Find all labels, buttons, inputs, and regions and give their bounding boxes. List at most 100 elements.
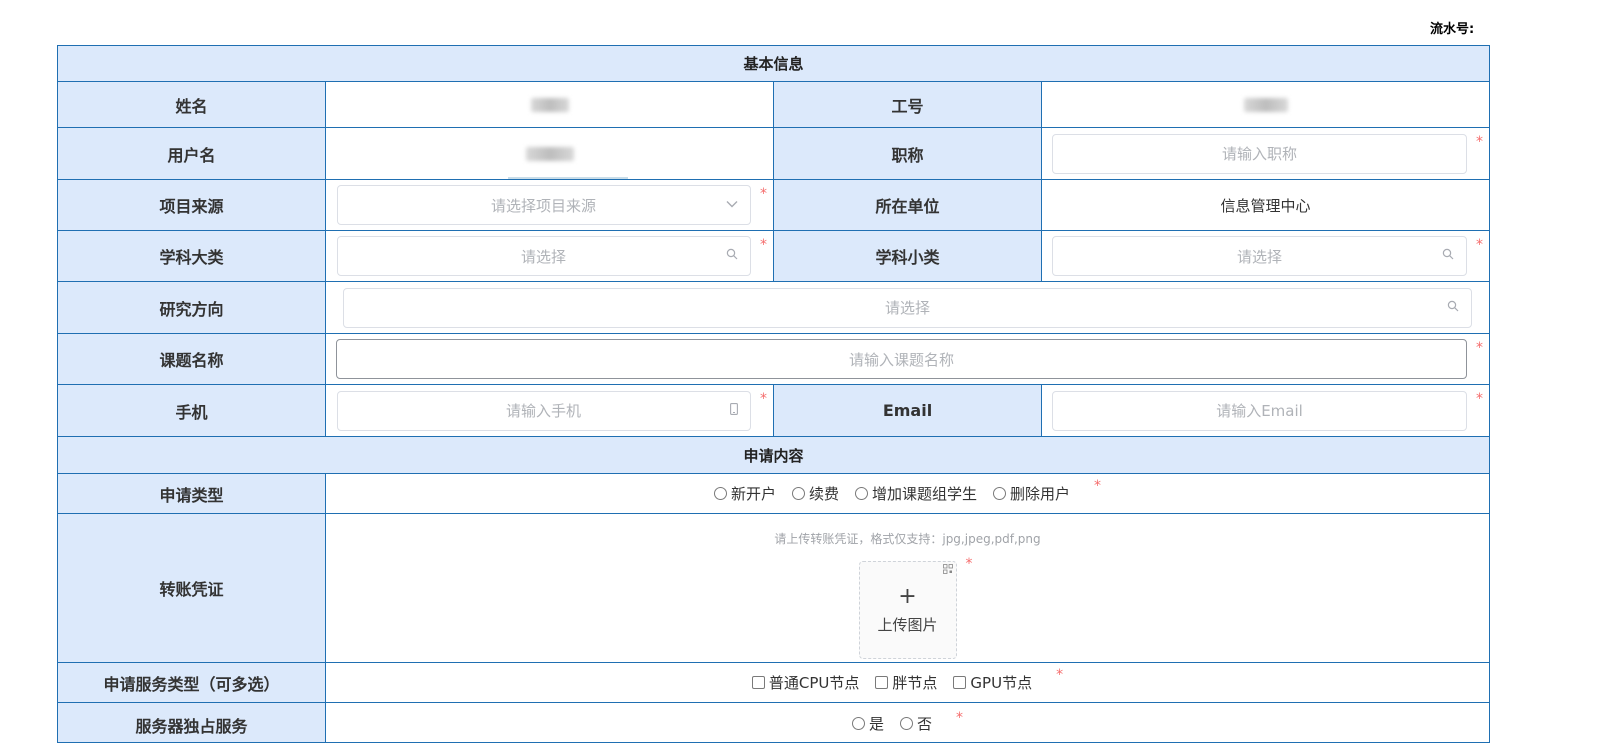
service-type-option-gpu[interactable]: GPU节点 (953, 672, 1032, 693)
minor-category-input[interactable]: 请选择 (1052, 236, 1467, 276)
radio-icon[interactable] (791, 487, 805, 500)
employee-id-redacted (1243, 97, 1288, 112)
section-apply-row: 申请内容 (57, 437, 1490, 474)
radio-icon[interactable] (993, 487, 1007, 500)
email-required-mark: * (1476, 391, 1483, 407)
phone-cell: 请输入手机 * (326, 385, 774, 436)
service-type-option-fat[interactable]: 胖节点 (875, 672, 937, 693)
checkbox-icon[interactable] (875, 676, 889, 689)
topic-name-placeholder: 请输入课题名称 (848, 350, 954, 369)
phone-input[interactable]: 请输入手机 (336, 390, 751, 431)
section-apply-title: 申请内容 (58, 437, 1489, 473)
row-service-type: 申请服务类型（可多选） 普通CPU节点 胖节点 GPU节点 * (57, 663, 1490, 703)
serial-number-label: 流水号: (1430, 22, 1475, 37)
research-direction-input[interactable]: 请选择 (343, 287, 1472, 328)
email-label: Email (774, 385, 1042, 436)
row-research-direction: 研究方向 请选择 (57, 282, 1490, 334)
extra-service-cell: 是 否 * (326, 703, 1489, 742)
qr-icon (942, 564, 953, 577)
radio-icon[interactable] (713, 487, 727, 500)
title-label: 职称 (774, 128, 1042, 179)
project-source-select[interactable]: 请选择项目来源 (336, 185, 751, 225)
project-source-placeholder: 请选择项目来源 (490, 196, 596, 215)
username-value (326, 128, 774, 179)
major-category-input[interactable]: 请选择 (336, 236, 751, 276)
phone-placeholder: 请输入手机 (505, 402, 581, 420)
major-category-placeholder: 请选择 (520, 247, 566, 266)
application-form: 基本信息 姓名 工号 用户名 职称 请输入职称 * 项目来源 请选择项目来源 *… (57, 45, 1490, 743)
row-phone-email: 手机 请输入手机 * Email 请输入Email * (57, 385, 1490, 437)
name-redacted (530, 97, 569, 112)
voucher-label: 转账凭证 (58, 514, 326, 662)
name-label: 姓名 (58, 82, 326, 127)
major-category-required-mark: * (760, 237, 767, 253)
upload-image-text: 上传图片 (877, 615, 938, 634)
chevron-down-icon (726, 198, 738, 213)
apply-type-option-new[interactable]: 新开户 (713, 483, 776, 504)
search-icon (726, 248, 738, 264)
title-input[interactable]: 请输入职称 (1052, 133, 1467, 174)
apply-type-option-delete-user[interactable]: 删除用户 (993, 483, 1070, 504)
service-type-option-cpu[interactable]: 普通CPU节点 (751, 672, 859, 693)
email-input[interactable]: 请输入Email (1052, 390, 1467, 431)
service-type-cell: 普通CPU节点 胖节点 GPU节点 * (326, 663, 1489, 702)
plus-icon: + (898, 583, 917, 609)
topic-name-cell: 请输入课题名称 * (326, 334, 1489, 384)
unit-label: 所在单位 (774, 180, 1042, 230)
radio-icon[interactable] (855, 487, 868, 500)
minor-category-placeholder: 请选择 (1236, 247, 1282, 266)
search-icon (1447, 300, 1459, 316)
voucher-required-mark: * (965, 556, 973, 572)
title-required-mark: * (1476, 134, 1483, 150)
row-categories: 学科大类 请选择 * 学科小类 请选择 * (57, 231, 1490, 282)
apply-type-option-renew[interactable]: 续费 (791, 483, 839, 504)
row-voucher: 转账凭证 请上传转账凭证，格式仅支持：jpg,jpeg,pdf,png + 上传… (57, 514, 1490, 663)
employee-id-value (1042, 82, 1489, 127)
major-category-cell: 请选择 * (326, 231, 774, 281)
extra-service-radio-group: 是 否 * (851, 709, 964, 734)
extra-service-option-yes[interactable]: 是 (851, 713, 884, 734)
voucher-hint: 请上传转账凭证，格式仅支持：jpg,jpeg,pdf,png (774, 532, 1041, 546)
voucher-cell: 请上传转账凭证，格式仅支持：jpg,jpeg,pdf,png + 上传图片 * (326, 514, 1489, 662)
row-name-id: 姓名 工号 (57, 82, 1490, 128)
employee-id-label: 工号 (774, 82, 1042, 127)
minor-category-label: 学科小类 (774, 231, 1042, 281)
project-source-required-mark: * (760, 186, 767, 202)
username-redacted (525, 146, 574, 161)
row-source-unit: 项目来源 请选择项目来源 * 所在单位 信息管理中心 (57, 180, 1490, 231)
unit-value: 信息管理中心 (1042, 180, 1489, 230)
radio-icon[interactable] (851, 717, 865, 730)
extra-service-required-mark: * (956, 709, 964, 726)
extra-service-option-no[interactable]: 否 (900, 713, 932, 734)
apply-type-option-add-student[interactable]: 增加课题组学生 (855, 483, 977, 504)
project-source-cell: 请选择项目来源 * (326, 180, 774, 230)
row-apply-type: 申请类型 新开户 续费 增加课题组学生 删除用户 * (57, 474, 1490, 514)
upload-image-button[interactable]: + 上传图片 (858, 561, 957, 659)
search-icon (1442, 248, 1454, 264)
apply-type-required-mark: * (1094, 477, 1102, 494)
checkbox-icon[interactable] (953, 676, 967, 689)
topic-name-label: 课题名称 (58, 334, 326, 384)
email-cell: 请输入Email * (1042, 385, 1489, 436)
username-label: 用户名 (58, 128, 326, 179)
phone-label: 手机 (58, 385, 326, 436)
minor-category-cell: 请选择 * (1042, 231, 1489, 281)
row-topic-name: 课题名称 请输入课题名称 * (57, 334, 1490, 385)
section-basic-title: 基本信息 (58, 46, 1489, 81)
project-source-label: 项目来源 (58, 180, 326, 230)
major-category-label: 学科大类 (58, 231, 326, 281)
topic-name-input[interactable]: 请输入课题名称 (336, 339, 1467, 379)
row-extra-service: 服务器独占服务 是 否 * (57, 703, 1490, 743)
radio-icon[interactable] (900, 717, 913, 730)
research-direction-label: 研究方向 (58, 282, 326, 333)
research-direction-cell: 请选择 (326, 282, 1489, 333)
minor-category-required-mark: * (1476, 237, 1483, 253)
checkbox-icon[interactable] (751, 676, 765, 689)
title-placeholder: 请输入职称 (1221, 145, 1297, 163)
service-type-required-mark: * (1056, 666, 1064, 683)
section-basic-row: 基本信息 (57, 45, 1490, 82)
research-direction-placeholder: 请选择 (884, 299, 930, 317)
username-underline (508, 177, 628, 179)
apply-type-radio-group: 新开户 续费 增加课题组学生 删除用户 * (713, 479, 1101, 504)
email-placeholder: 请输入Email (1216, 402, 1303, 420)
